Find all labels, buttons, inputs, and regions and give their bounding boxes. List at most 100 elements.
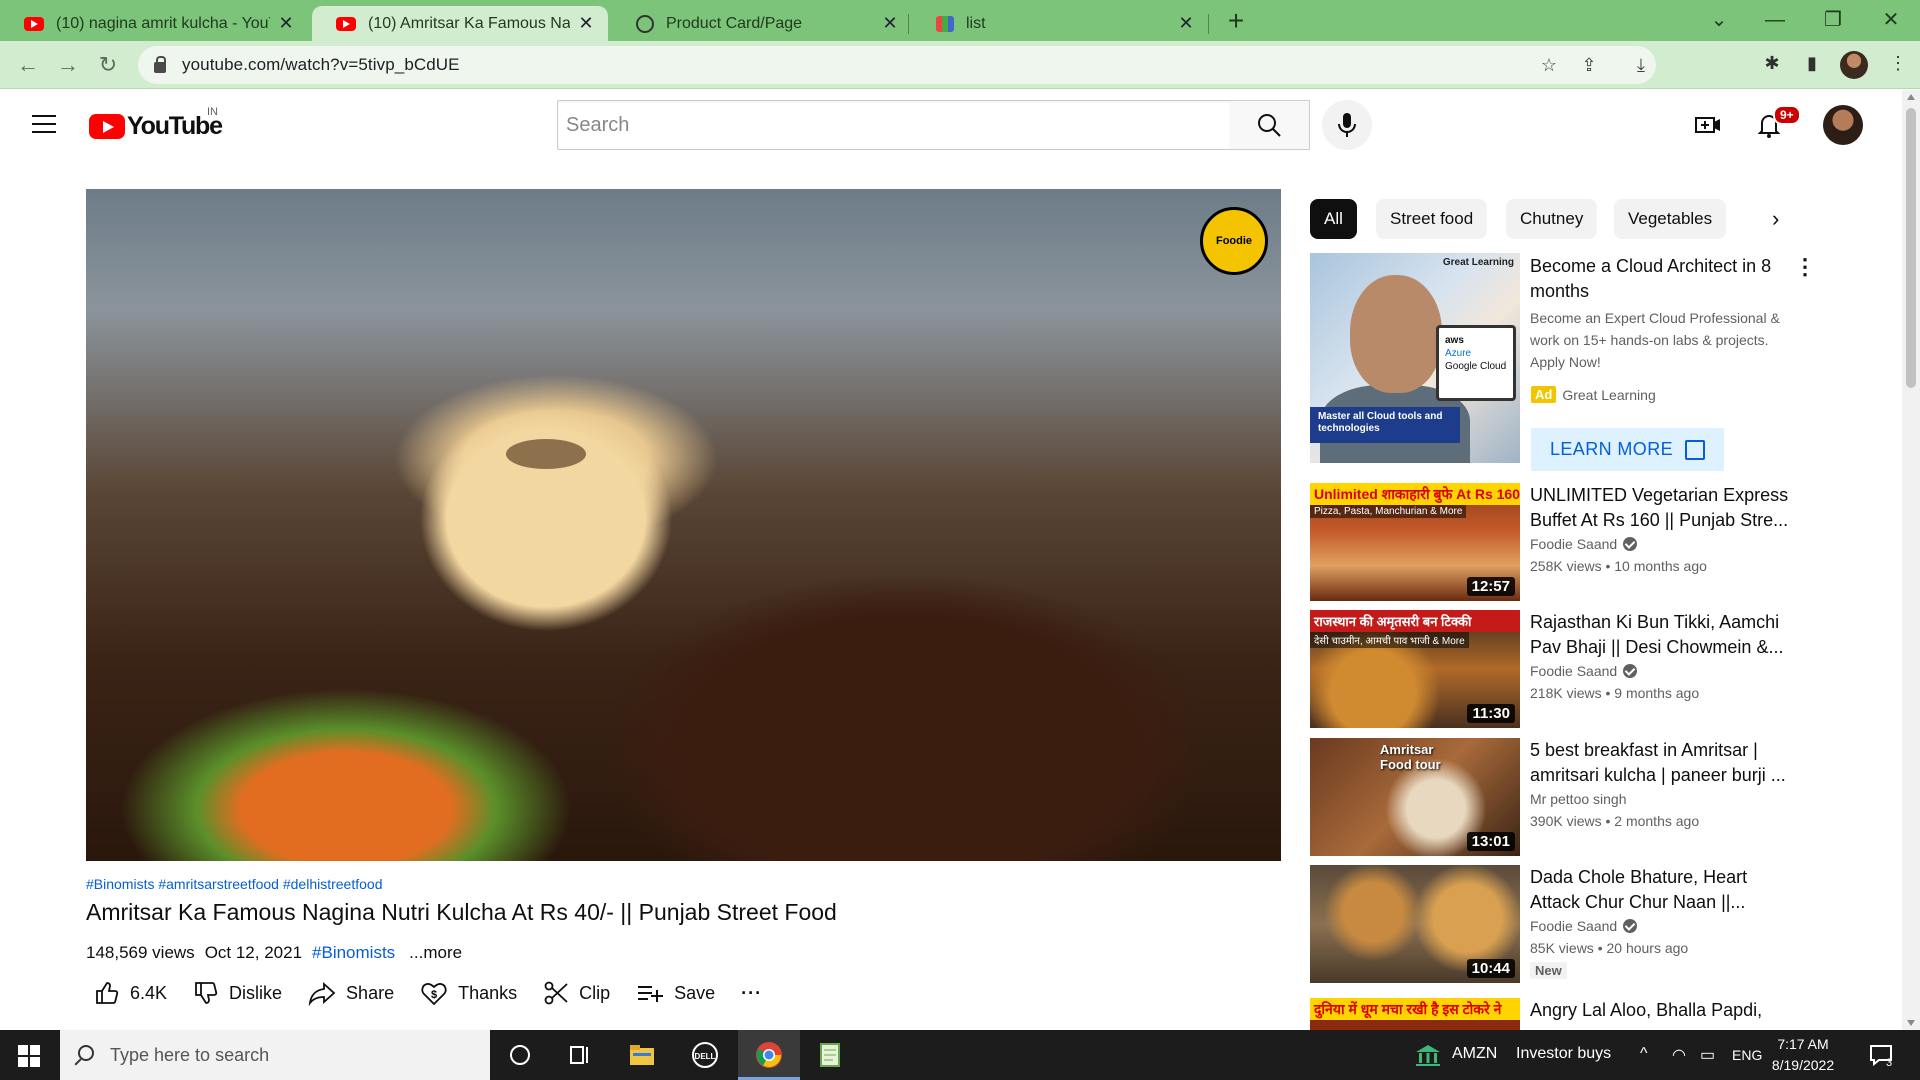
recommended-video[interactable]: 10:44 Dada Chole Bhature, Heart Attack C…: [1310, 865, 1790, 983]
video-thumbnail[interactable]: 10:44: [1310, 865, 1520, 983]
url-text[interactable]: youtube.com/watch?v=5tivp_bCdUE: [182, 55, 460, 75]
search-icon: [78, 1045, 94, 1061]
video-hashtags[interactable]: #Binomists #amritsarstreetfood #delhistr…: [86, 876, 382, 892]
recommended-video[interactable]: राजस्थान की अमृतसरी बन टिक्की देसी चाउमी…: [1310, 610, 1790, 728]
bookmark-star-icon[interactable]: ☆: [1538, 55, 1560, 77]
save-button[interactable]: Save: [636, 980, 715, 1006]
video-title[interactable]: UNLIMITED Vegetarian Express Buffet At R…: [1530, 483, 1790, 533]
profile-avatar[interactable]: [1840, 51, 1868, 79]
account-avatar[interactable]: [1823, 105, 1863, 145]
lock-icon[interactable]: [154, 56, 166, 73]
tab-product-card[interactable]: Product Card/Page ✕: [612, 6, 912, 41]
new-badge: New: [1530, 962, 1567, 979]
menu-dots-icon[interactable]: ⋮: [1886, 53, 1910, 77]
share-button[interactable]: Share: [308, 980, 394, 1006]
show-more-link[interactable]: ...more: [409, 943, 462, 963]
recommended-video[interactable]: Unlimited शाकाहारी बुफे At Rs 160 Pizza,…: [1310, 483, 1790, 601]
scroll-up-arrow-icon[interactable]: [1907, 94, 1915, 100]
video-meta-line[interactable]: 148,569 views Oct 12, 2021 #Binomists ..…: [86, 943, 462, 963]
video-thumbnail[interactable]: Amritsar Food tour 13:01: [1310, 738, 1520, 856]
learn-more-button[interactable]: LEARN MORE: [1531, 428, 1724, 471]
taskbar-search-input[interactable]: Type here to search: [60, 1030, 490, 1080]
voice-search-button[interactable]: [1322, 100, 1372, 150]
more-actions-button[interactable]: ···: [741, 983, 762, 1004]
description-tag[interactable]: #Binomists: [312, 943, 395, 963]
channel-name[interactable]: Foodie Saand: [1530, 663, 1638, 679]
globe-icon: [636, 14, 654, 33]
thumbnail-caption: दुनिया में धूम मचा रखी है इस टोकरे ने: [1310, 998, 1520, 1020]
file-explorer-icon[interactable]: [627, 1040, 657, 1070]
close-window-button[interactable]: ✕: [1868, 4, 1914, 36]
forward-button[interactable]: →: [52, 49, 84, 81]
chip-street-food[interactable]: Street food: [1376, 199, 1488, 239]
like-button[interactable]: 6.4K: [94, 980, 167, 1006]
video-title[interactable]: Dada Chole Bhature, Heart Attack Chur Ch…: [1530, 865, 1790, 915]
chip-chutney[interactable]: Chutney: [1506, 199, 1598, 239]
install-icon[interactable]: ⤓: [1630, 55, 1652, 77]
video-player[interactable]: Foodie: [86, 189, 1281, 861]
minimize-button[interactable]: —: [1752, 4, 1798, 36]
video-title[interactable]: Rajasthan Ki Bun Tikki, Aamchi Pav Bhaji…: [1530, 610, 1790, 660]
close-icon[interactable]: ✕: [576, 13, 596, 34]
page-scrollbar[interactable]: [1902, 90, 1920, 1030]
side-panel-icon[interactable]: ▮: [1800, 53, 1824, 77]
hamburger-menu-icon[interactable]: [32, 115, 56, 133]
task-view-icon[interactable]: [565, 1040, 595, 1070]
chrome-taskbar-active[interactable]: [738, 1030, 800, 1080]
browser-tabstrip: (10) nagina amrit kulcha - YouTube ✕ (10…: [0, 0, 1920, 41]
ad-title[interactable]: Become a Cloud Architect in 8 months: [1530, 254, 1780, 304]
extensions-icon[interactable]: ✱: [1760, 53, 1784, 77]
recommended-video[interactable]: Amritsar Food tour 13:01 5 best breakfas…: [1310, 738, 1790, 856]
youtube-play-icon: [89, 114, 125, 139]
youtube-logo[interactable]: YouTube IN: [89, 106, 223, 141]
clip-button[interactable]: Clip: [543, 980, 610, 1006]
create-video-icon[interactable]: [1693, 110, 1723, 140]
video-thumbnail[interactable]: Unlimited शाकाहारी बुफे At Rs 160 Pizza,…: [1310, 483, 1520, 601]
video-title[interactable]: 5 best breakfast in Amritsar | amritsari…: [1530, 738, 1790, 788]
system-clock[interactable]: 7:17 AM 8/19/2022: [1758, 1034, 1848, 1076]
video-thumbnail[interactable]: दुनिया में धूम मचा रखी है इस टोकरे ने: [1310, 998, 1520, 1030]
scroll-down-arrow-icon[interactable]: [1907, 1020, 1915, 1026]
close-icon[interactable]: ✕: [1176, 13, 1196, 34]
thumbnail-caption: राजस्थान की अमृतसरी बन टिक्की: [1310, 610, 1520, 632]
thanks-button[interactable]: $ Thanks: [420, 979, 517, 1007]
stock-ticker[interactable]: AMZN: [1452, 1045, 1497, 1063]
tray-chevron-icon[interactable]: ^: [1640, 1045, 1648, 1063]
search-input[interactable]: Search: [557, 100, 1231, 150]
chip-all[interactable]: All: [1310, 199, 1357, 239]
channel-name[interactable]: Foodie Saand: [1530, 536, 1638, 552]
wifi-icon[interactable]: ◠: [1672, 1045, 1686, 1065]
battery-icon[interactable]: ▭: [1700, 1045, 1715, 1065]
tab-search-button[interactable]: ⌄: [1696, 4, 1742, 36]
cortana-icon[interactable]: [505, 1040, 535, 1070]
tab-amritsar-video[interactable]: (10) Amritsar Ka Famous Nagina Nutri Kul…: [312, 6, 608, 41]
chevron-right-icon[interactable]: ›: [1772, 206, 1779, 232]
address-bar[interactable]: youtube.com/watch?v=5tivp_bCdUE ⤓ ⇪ ☆: [138, 46, 1656, 84]
stock-building-icon[interactable]: [1413, 1040, 1443, 1070]
chip-vegetables[interactable]: Vegetables: [1614, 199, 1727, 239]
channel-watermark-logo[interactable]: Foodie: [1200, 207, 1268, 275]
reload-button[interactable]: ↻: [92, 49, 124, 81]
tab-nagina-search[interactable]: (10) nagina amrit kulcha - YouTube ✕: [0, 6, 308, 41]
search-button[interactable]: [1230, 100, 1310, 150]
video-thumbnail[interactable]: राजस्थान की अमृतसरी बन टिक्की देसी चाउमी…: [1310, 610, 1520, 728]
back-button[interactable]: ←: [12, 49, 44, 81]
close-icon[interactable]: ✕: [276, 13, 296, 34]
close-icon[interactable]: ✕: [880, 13, 900, 34]
windows-start-icon[interactable]: [18, 1045, 40, 1067]
recommended-video[interactable]: दुनिया में धूम मचा रखी है इस टोकरे ने An…: [1310, 998, 1790, 1030]
dislike-button[interactable]: Dislike: [193, 980, 282, 1006]
more-vert-icon[interactable]: ⋮: [1794, 254, 1816, 280]
maximize-button[interactable]: ❐: [1810, 4, 1856, 36]
scrollbar-thumb[interactable]: [1906, 108, 1916, 388]
stock-news[interactable]: Investor buys: [1516, 1045, 1611, 1063]
dell-icon[interactable]: DELL: [690, 1040, 720, 1070]
channel-name[interactable]: Mr pettoo singh: [1530, 791, 1627, 807]
notepad-icon[interactable]: [815, 1040, 845, 1070]
share-icon[interactable]: ⇪: [1578, 55, 1600, 77]
channel-name[interactable]: Foodie Saand: [1530, 918, 1638, 934]
tab-list[interactable]: list ✕: [912, 6, 1208, 41]
new-tab-button[interactable]: +: [1220, 6, 1252, 38]
ad-thumbnail[interactable]: aws Azure Google Cloud Great Learning Ma…: [1310, 253, 1520, 463]
video-title[interactable]: Angry Lal Aloo, Bhalla Papdi,: [1530, 998, 1790, 1023]
